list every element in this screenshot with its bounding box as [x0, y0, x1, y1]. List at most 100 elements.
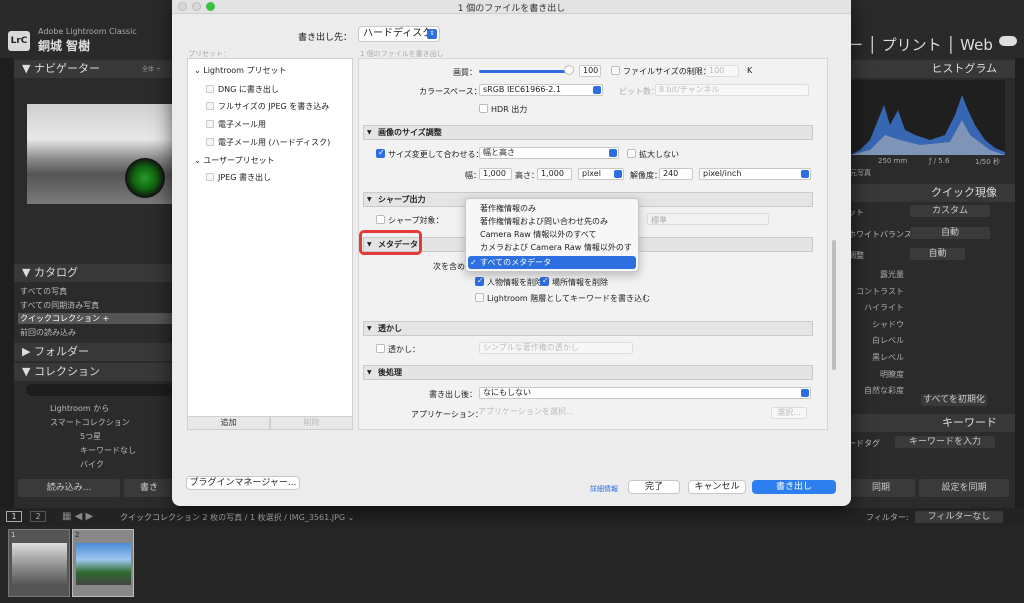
qd-auto-button[interactable]: 自動 [910, 248, 965, 260]
section-watermark[interactable]: 透かし [363, 321, 813, 336]
hdr-checkbox[interactable] [479, 104, 488, 113]
preset-icon [206, 120, 214, 128]
page-2-button[interactable]: 2 [30, 511, 46, 522]
width-input[interactable]: 1,000 [479, 168, 512, 180]
nav-zoom[interactable]: 全体 ÷ [142, 64, 161, 73]
lr-module-picker[interactable]: ー │ プリント │ Web [848, 34, 993, 55]
catalog-item[interactable]: 前回の読み込み [20, 327, 76, 338]
collection-item[interactable]: キーワードなし [80, 445, 136, 456]
sharpen-amount-select[interactable] [647, 213, 769, 225]
page-1-button[interactable]: 1 [6, 511, 22, 522]
preset-item[interactable]: フルサイズの JPEG を書き込み [218, 101, 329, 112]
watermark-checkbox[interactable] [376, 344, 385, 353]
height-input[interactable]: 1,000 [537, 168, 572, 180]
collection-item[interactable]: Lightroom から [50, 403, 109, 414]
remove-person-label: 人物情報を削除 [487, 278, 543, 287]
preset-item[interactable]: JPEG 書き出し [218, 172, 271, 183]
preset-group-lightroom[interactable]: ⌄ Lightroom プリセット [194, 65, 286, 76]
grid-nav-icon[interactable]: ▦ ◀ ▶ [62, 511, 93, 522]
reset-all-button[interactable]: すべてを初期化 [921, 394, 987, 406]
watermark-select[interactable]: シンプルな著作権の透かし [479, 342, 633, 354]
quality-input[interactable]: 100 [579, 65, 601, 77]
after-export-select[interactable]: なにもしない [479, 387, 811, 399]
catalog-header[interactable]: ▼ カタログ [14, 264, 178, 282]
collection-search[interactable] [26, 384, 172, 396]
limit-size-input[interactable]: 100 [705, 65, 739, 77]
remove-person-checkbox[interactable] [475, 276, 484, 286]
export-dialog: 1 個のファイルを書き出し 書き出し先： ハードディスク ⇕ プリセット： 1 … [172, 0, 851, 506]
application-select[interactable]: アプリケーションを選択... [475, 407, 771, 419]
choose-app-button[interactable]: 選択... [771, 407, 807, 419]
watermark-label: 透かし： [388, 345, 420, 354]
colorspace-select[interactable]: sRGB IEC61966-2.1 [479, 84, 603, 96]
catalog-item[interactable]: すべての同期済み写真 [20, 300, 99, 311]
preset-item[interactable]: 電子メール用 [218, 119, 266, 130]
dialog-title: 1 個のファイルを書き出し [457, 4, 566, 14]
histogram-header[interactable]: ヒストグラム [845, 60, 1015, 78]
add-preset-button[interactable]: 追加 [187, 416, 270, 430]
bitdepth-select[interactable]: 8 bit/チャンネル [655, 84, 809, 96]
remove-location-checkbox[interactable] [540, 276, 549, 286]
sharpen-checkbox[interactable] [376, 215, 385, 224]
resize-checkbox[interactable] [376, 148, 385, 158]
preset-buttons: 追加 削除 [187, 416, 353, 430]
filter-select[interactable]: フィルターなし [915, 511, 1003, 523]
quick-develop-header[interactable]: クイック現像 [845, 184, 1015, 202]
settings-scrollbar[interactable] [832, 240, 836, 370]
resolution-input[interactable]: 240 [659, 168, 693, 180]
export-to-select[interactable]: ハードディスク ⇕ [358, 26, 440, 42]
keyword-tag-label: ードタグ [848, 439, 880, 448]
folders-header[interactable]: ▶ フォルダー [14, 343, 178, 361]
plugin-manager-button[interactable]: プラグインマネージャー... [186, 476, 300, 490]
size-unit-select[interactable]: pixel [578, 168, 624, 180]
keyword-select[interactable]: キーワードを入力 [895, 436, 995, 448]
catalog-item[interactable]: すべての写真 [20, 286, 67, 297]
filmstrip-source[interactable]: クイックコレクション 2 枚の写真 / 1 枚選択 / IMG_3561.JPG… [120, 512, 354, 523]
preset-item[interactable]: DNG に書き出し [218, 84, 279, 95]
remove-preset-button[interactable]: 削除 [270, 416, 353, 430]
dont-enlarge-checkbox[interactable] [627, 149, 636, 158]
preset-icon [206, 138, 214, 146]
quality-slider[interactable] [479, 70, 569, 73]
checkmark-icon: ✓ [470, 258, 477, 267]
section-image-sizing[interactable]: 画像のサイズ調整 [363, 125, 813, 140]
histogram [850, 80, 1005, 155]
export-button[interactable]: 書き出し [752, 480, 836, 494]
menu-item[interactable]: 著作権情報および問い合わせ先のみ [466, 215, 638, 228]
write-keywords-checkbox[interactable] [475, 293, 484, 302]
section-post-processing[interactable]: 後処理 [363, 365, 813, 380]
qd-preset-select[interactable]: カスタム [910, 205, 990, 217]
more-info-link[interactable]: 詳細情報 [590, 484, 618, 494]
qd-wb-select[interactable]: 自動 [910, 227, 990, 239]
metadata-highlight [359, 230, 422, 255]
resize-mode-select[interactable]: 幅と高さ [479, 147, 619, 159]
sync-settings-button[interactable]: 設定を同期 [919, 479, 1009, 497]
export-button-bg[interactable]: 書き [124, 479, 174, 497]
thumbnail-selected[interactable]: 2 [72, 529, 134, 597]
menu-item[interactable]: 著作権情報のみ [466, 202, 638, 215]
resolution-unit-select[interactable]: pixel/inch [699, 168, 811, 180]
preset-item[interactable]: 電子メール用 (ハードディスク) [218, 137, 330, 148]
done-button[interactable]: 完了 [628, 480, 680, 494]
preset-group-user[interactable]: ⌄ ユーザープリセット [194, 155, 275, 166]
cancel-button[interactable]: キャンセル [688, 480, 746, 494]
import-button[interactable]: 読み込み... [18, 479, 120, 497]
lrc-logo: LrC [8, 31, 30, 51]
collection-item[interactable]: バイク [80, 459, 104, 470]
dialog-titlebar: 1 個のファイルを書き出し [172, 0, 851, 14]
collection-item[interactable]: 5つ星 [80, 431, 101, 442]
menu-item-selected[interactable]: ✓ すべてのメタデータ [468, 256, 636, 269]
collection-item[interactable]: スマートコレクション [50, 417, 130, 428]
dont-enlarge-label: 拡大しない [639, 150, 679, 159]
cloud-icon[interactable] [999, 36, 1017, 46]
thumbnail[interactable]: 1 [8, 529, 70, 597]
sync-button[interactable]: 同期 [847, 479, 915, 497]
quality-slider-thumb[interactable] [564, 65, 574, 75]
catalog-item-quick[interactable]: クイックコレクション + [18, 313, 172, 324]
limit-size-checkbox[interactable] [611, 66, 620, 75]
menu-item[interactable]: Camera Raw 情報以外のすべて [466, 228, 638, 241]
keywords-header[interactable]: キーワード [845, 414, 1015, 432]
menu-item[interactable]: カメラおよび Camera Raw 情報以外のすべて [466, 241, 638, 265]
preset-icon [206, 85, 214, 93]
collections-header[interactable]: ▼ コレクション [14, 363, 178, 381]
